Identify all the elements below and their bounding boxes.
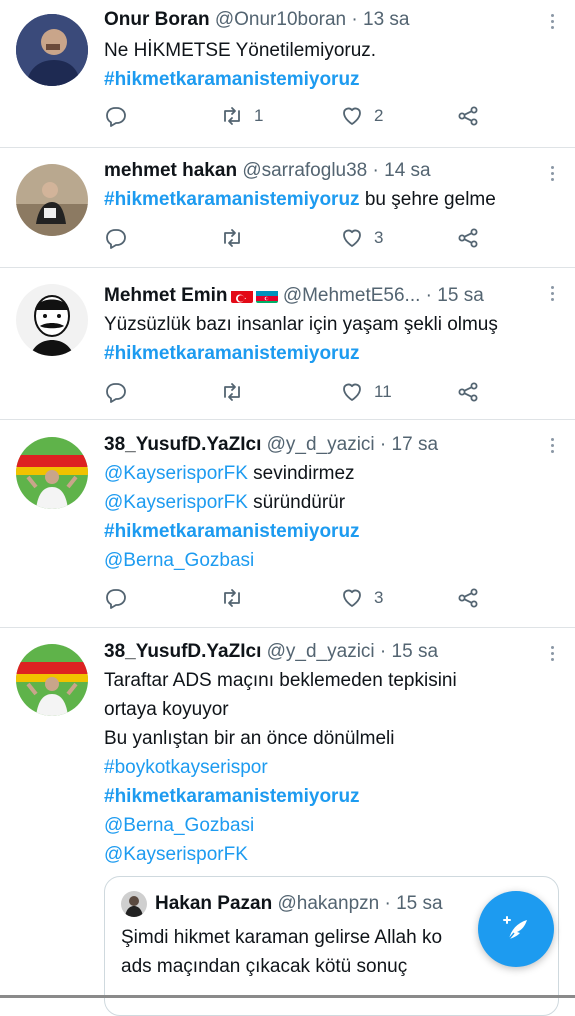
like-button[interactable]: 2	[340, 104, 383, 128]
retweet-button[interactable]	[220, 226, 254, 250]
reply-button[interactable]	[104, 104, 128, 128]
share-icon	[456, 586, 480, 610]
hashtag-link[interactable]: #hikmetkaramanistemiyoruz	[104, 339, 535, 368]
more-icon[interactable]	[549, 166, 555, 181]
turkey-flag-icon	[230, 288, 253, 303]
author-name: 38_YusufD.YaZIcı	[104, 434, 262, 455]
share-button[interactable]	[456, 226, 480, 250]
quoted-avatar	[121, 891, 147, 917]
author-handle: @MehmetE56...	[282, 285, 421, 306]
reply-icon	[104, 226, 128, 250]
author-handle: @y_d_yazici	[266, 641, 375, 662]
like-count: 3	[374, 228, 384, 247]
retweet-button[interactable]	[220, 380, 254, 404]
retweet-icon	[220, 586, 244, 610]
tweet-text: Ne HİKMETSE Yönetilemiyoruz.	[104, 40, 377, 61]
retweet-button[interactable]	[220, 586, 254, 610]
reply-icon	[104, 380, 128, 404]
like-icon	[340, 380, 364, 404]
tweet-text: Taraftar ADS maçını beklemeden tepkisini	[104, 670, 457, 691]
avatar[interactable]	[16, 644, 88, 716]
hashtag-link[interactable]: #hikmetkaramanistemiyoruz	[104, 517, 535, 546]
quoted-author-handle: @hakanpzn	[277, 893, 380, 914]
tweet-text: bu şehre gelme	[359, 189, 496, 210]
reply-button[interactable]	[104, 380, 128, 404]
timestamp: · 15 sa	[425, 285, 484, 306]
hashtag-link[interactable]: #hikmetkaramanistemiyoruz	[104, 189, 360, 210]
retweet-icon	[220, 380, 244, 404]
tweet-text: süründürür	[247, 492, 346, 513]
share-button[interactable]	[456, 586, 480, 610]
author-name: Mehmet Emin	[104, 285, 228, 306]
like-count: 3	[374, 588, 384, 607]
avatar[interactable]	[16, 437, 88, 509]
azerbaijan-flag-icon	[255, 288, 278, 303]
author-handle: @sarrafoglu38	[242, 160, 368, 181]
timestamp: · 13 sa	[351, 9, 410, 30]
share-button[interactable]	[456, 104, 480, 128]
quoted-author-name: Hakan Pazan	[155, 893, 273, 914]
author-handle: @y_d_yazici	[266, 434, 375, 455]
share-icon	[456, 226, 480, 250]
author-handle: @Onur10boran	[214, 9, 347, 30]
quoted-text: Şimdi hikmet karaman gelirse Allah ko	[121, 927, 443, 948]
retweet-count: 1	[254, 106, 264, 125]
avatar[interactable]	[16, 164, 88, 236]
like-count: 2	[374, 106, 384, 125]
tweet-1[interactable]: Onur Boran @Onur10boran · 13 sa Ne HİKME…	[0, 0, 575, 148]
quoted-text: ads maçından çıkacak kötü sonuç	[121, 956, 408, 977]
reply-button[interactable]	[104, 226, 128, 250]
compose-icon	[503, 916, 527, 940]
tweet-3[interactable]: Mehmet Emin @MehmetE56... · 15 sa Yüzsüz…	[0, 268, 575, 420]
avatar[interactable]	[16, 14, 88, 86]
like-icon	[340, 586, 364, 610]
timestamp: · 14 sa	[372, 160, 431, 181]
timestamp: · 15 sa	[379, 641, 439, 662]
like-button[interactable]: 3	[340, 226, 383, 250]
more-icon[interactable]	[549, 14, 555, 29]
author-name: Onur Boran	[104, 9, 210, 30]
reply-button[interactable]	[104, 586, 128, 610]
like-button[interactable]: 3	[340, 586, 383, 610]
mention-link[interactable]: @Berna_Gozbasi	[104, 811, 535, 840]
mention-link[interactable]: @KayserisporFK	[104, 492, 248, 513]
more-icon[interactable]	[549, 286, 555, 301]
avatar[interactable]	[16, 284, 88, 356]
more-icon[interactable]	[549, 438, 555, 453]
author-name: 38_YusufD.YaZIcı	[104, 641, 262, 662]
tweet-text: ortaya koyuyor	[104, 699, 229, 720]
mention-link[interactable]: @Berna_Gozbasi	[104, 546, 535, 575]
share-button[interactable]	[456, 380, 480, 404]
share-icon	[456, 380, 480, 404]
share-icon	[456, 104, 480, 128]
retweet-icon	[220, 226, 244, 250]
tweet-2[interactable]: mehmet hakan @sarrafoglu38 · 14 sa #hikm…	[0, 148, 575, 268]
quoted-timestamp: · 15 sa	[384, 893, 443, 914]
mention-link[interactable]: @KayserisporFK	[104, 840, 535, 869]
tweet-4[interactable]: 38_YusufD.YaZIcı @y_d_yazici · 17 sa @Ka…	[0, 420, 575, 628]
like-count: 11	[374, 382, 392, 401]
tweet-text: Bu yanlıştan bir an önce dönülmeli	[104, 728, 395, 749]
like-icon	[340, 104, 364, 128]
tweet-text: sevindirmez	[247, 463, 355, 484]
reply-icon	[104, 104, 128, 128]
like-icon	[340, 226, 364, 250]
reply-icon	[104, 586, 128, 610]
retweet-button[interactable]: 1	[220, 104, 263, 128]
author-name: mehmet hakan	[104, 160, 238, 181]
hashtag-link[interactable]: #boykotkayserispor	[104, 753, 535, 782]
hashtag-link[interactable]: #hikmetkaramanistemiyoruz	[104, 782, 535, 811]
tweet-text: Yüzsüzlük bazı insanlar için yaşam şekli…	[104, 314, 498, 335]
more-icon[interactable]	[549, 646, 555, 661]
like-button[interactable]: 11	[340, 380, 392, 404]
compose-tweet-button[interactable]	[478, 891, 554, 967]
hashtag-link[interactable]: #hikmetkaramanistemiyoruz	[104, 65, 535, 94]
mention-link[interactable]: @KayserisporFK	[104, 463, 248, 484]
timestamp: · 17 sa	[379, 434, 439, 455]
retweet-icon	[220, 104, 244, 128]
